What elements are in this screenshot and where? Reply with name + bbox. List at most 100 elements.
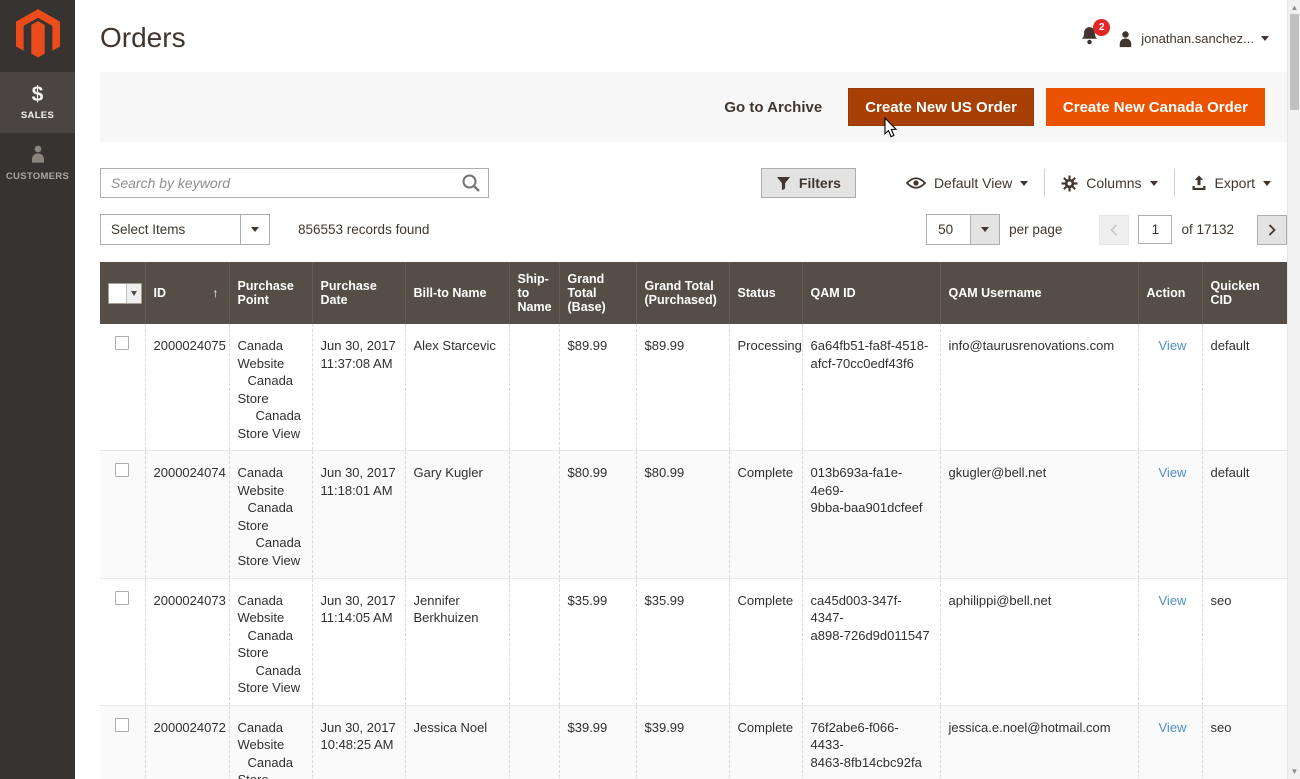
dollar-icon: $: [0, 83, 75, 107]
chevron-down-icon: [981, 227, 989, 232]
column-header-qam-id[interactable]: QAM ID: [802, 262, 940, 324]
account-menu[interactable]: jonathan.sanchez...: [1117, 30, 1269, 48]
cell-total-purchased: $80.99: [636, 451, 729, 578]
cell-id: 2000024075: [145, 324, 229, 451]
page-title: Orders: [100, 22, 186, 54]
row-checkbox[interactable]: [115, 463, 129, 477]
view-order-link[interactable]: View: [1159, 338, 1187, 353]
column-header-quicken-cid[interactable]: Quicken CID: [1202, 262, 1287, 324]
row-checkbox[interactable]: [115, 591, 129, 605]
cell-qam-id: 6a64fb51-fa8f-4518- afcf-70cc0edf43f6: [802, 324, 940, 451]
search-icon[interactable]: [459, 171, 483, 200]
total-pages-label: of 17132: [1181, 222, 1234, 237]
export-icon: [1191, 175, 1207, 191]
main-content: Orders 2 jonathan.sanchez...: [75, 0, 1300, 779]
sidebar-item-customers[interactable]: CUSTOMERS: [0, 133, 75, 194]
column-header-purchase-point[interactable]: Purchase Point: [229, 262, 312, 324]
create-us-order-button[interactable]: Create New US Order: [848, 88, 1034, 126]
cell-total-purchased: $35.99: [636, 578, 729, 705]
cell-ship-to: [509, 705, 559, 779]
chevron-right-icon: [1267, 224, 1277, 236]
column-header-action[interactable]: Action: [1138, 262, 1202, 324]
view-order-link[interactable]: View: [1159, 720, 1187, 735]
notification-badge: 2: [1093, 19, 1110, 36]
cell-purchase-point: Canada Website Canada Store Canada Store…: [229, 451, 312, 578]
user-avatar-icon: [1117, 30, 1134, 48]
vertical-scrollbar[interactable]: ▲ ▼: [1287, 0, 1300, 779]
filter-icon: [776, 176, 791, 191]
chevron-down-icon: [1150, 181, 1158, 186]
column-header-ship-to[interactable]: Ship-to Name: [509, 262, 559, 324]
cell-purchase-point: Canada Website Canada Store Canada Store…: [229, 705, 312, 779]
cell-purchase-point: Canada Website Canada Store Canada Store…: [229, 578, 312, 705]
grid-header-row: ID ↑ Purchase Point Purchase Date Bill-t…: [100, 262, 1287, 324]
search-input[interactable]: [100, 168, 489, 198]
column-header-total-purchased[interactable]: Grand Total (Purchased): [636, 262, 729, 324]
magento-logo[interactable]: [0, 0, 75, 72]
filters-button[interactable]: Filters: [761, 168, 856, 198]
sidebar-item-label: CUSTOMERS: [0, 171, 75, 182]
cell-id: 2000024072: [145, 705, 229, 779]
cell-purchase-date: Jun 30, 2017 10:48:25 AM: [312, 705, 405, 779]
keyword-search: [100, 168, 489, 198]
cell-status: Complete: [729, 451, 802, 578]
scroll-up-arrow[interactable]: ▲: [1288, 1, 1300, 14]
cell-quicken-cid: seo: [1202, 705, 1287, 779]
mass-action-select[interactable]: Select Items: [100, 214, 270, 245]
table-row: 2000024074 Canada Website Canada Store C…: [100, 451, 1287, 578]
cell-purchase-date: Jun 30, 2017 11:37:08 AM: [312, 324, 405, 451]
scroll-down-arrow[interactable]: ▼: [1288, 765, 1300, 778]
cell-quicken-cid: default: [1202, 324, 1287, 451]
sort-ascending-icon: ↑: [213, 286, 219, 300]
view-order-link[interactable]: View: [1159, 593, 1187, 608]
column-header-qam-username[interactable]: QAM Username: [940, 262, 1138, 324]
select-all-checkbox[interactable]: [108, 283, 142, 304]
row-checkbox[interactable]: [115, 336, 129, 350]
account-username: jonathan.sanchez...: [1141, 31, 1254, 46]
customers-icon: [0, 144, 75, 168]
create-canada-order-button[interactable]: Create New Canada Order: [1046, 88, 1265, 126]
page-size-select[interactable]: 50: [926, 214, 1000, 245]
cell-ship-to: [509, 324, 559, 451]
magento-logo-icon: [16, 9, 60, 59]
notifications-button[interactable]: 2: [1080, 26, 1099, 51]
go-to-archive-button[interactable]: Go to Archive: [724, 99, 822, 116]
column-header-purchase-date[interactable]: Purchase Date: [312, 262, 405, 324]
scrollbar-thumb[interactable]: [1290, 14, 1300, 110]
grid-toolbar: Filters Default View: [761, 168, 1287, 198]
next-page-button[interactable]: [1257, 215, 1287, 245]
cell-total-base: $80.99: [559, 451, 636, 578]
per-page-label: per page: [1009, 222, 1062, 237]
cell-qam-username: jessica.e.noel@hotmail.com: [940, 705, 1138, 779]
cell-total-purchased: $89.99: [636, 324, 729, 451]
column-header-status[interactable]: Status: [729, 262, 802, 324]
cell-qam-id: 013b693a-fa1e-4e69- 9bba-baa901dcfeef: [802, 451, 940, 578]
column-header-total-base[interactable]: Grand Total (Base): [559, 262, 636, 324]
cell-ship-to: [509, 451, 559, 578]
view-order-link[interactable]: View: [1159, 465, 1187, 480]
sidebar-item-label: SALES: [0, 110, 75, 121]
previous-page-button[interactable]: [1099, 215, 1129, 245]
cell-bill-to: Alex Starcevic: [405, 324, 509, 451]
cell-qam-username: gkugler@bell.net: [940, 451, 1138, 578]
column-header-id[interactable]: ID ↑: [145, 262, 229, 324]
cell-qam-id: 76f2abe6-f066-4433- 8463-8fb14cbc92fa: [802, 705, 940, 779]
eye-icon: [906, 176, 926, 190]
cell-status: Complete: [729, 578, 802, 705]
current-page-input[interactable]: [1138, 215, 1172, 244]
cell-id: 2000024074: [145, 451, 229, 578]
sidebar-nav: $ SALES CUSTOMERS: [0, 0, 75, 779]
columns-control[interactable]: Columns: [1045, 171, 1173, 195]
sidebar-item-sales[interactable]: $ SALES: [0, 72, 75, 133]
select-all-header: [100, 262, 145, 324]
chevron-down-icon: [1261, 36, 1269, 41]
table-row: 2000024073 Canada Website Canada Store C…: [100, 578, 1287, 705]
cell-total-base: $89.99: [559, 324, 636, 451]
table-row: 2000024075 Canada Website Canada Store C…: [100, 324, 1287, 451]
view-control[interactable]: Default View: [890, 171, 1044, 195]
chevron-down-icon: [251, 227, 259, 232]
cell-id: 2000024073: [145, 578, 229, 705]
export-control[interactable]: Export: [1175, 171, 1287, 195]
column-header-bill-to[interactable]: Bill-to Name: [405, 262, 509, 324]
row-checkbox[interactable]: [115, 718, 129, 732]
